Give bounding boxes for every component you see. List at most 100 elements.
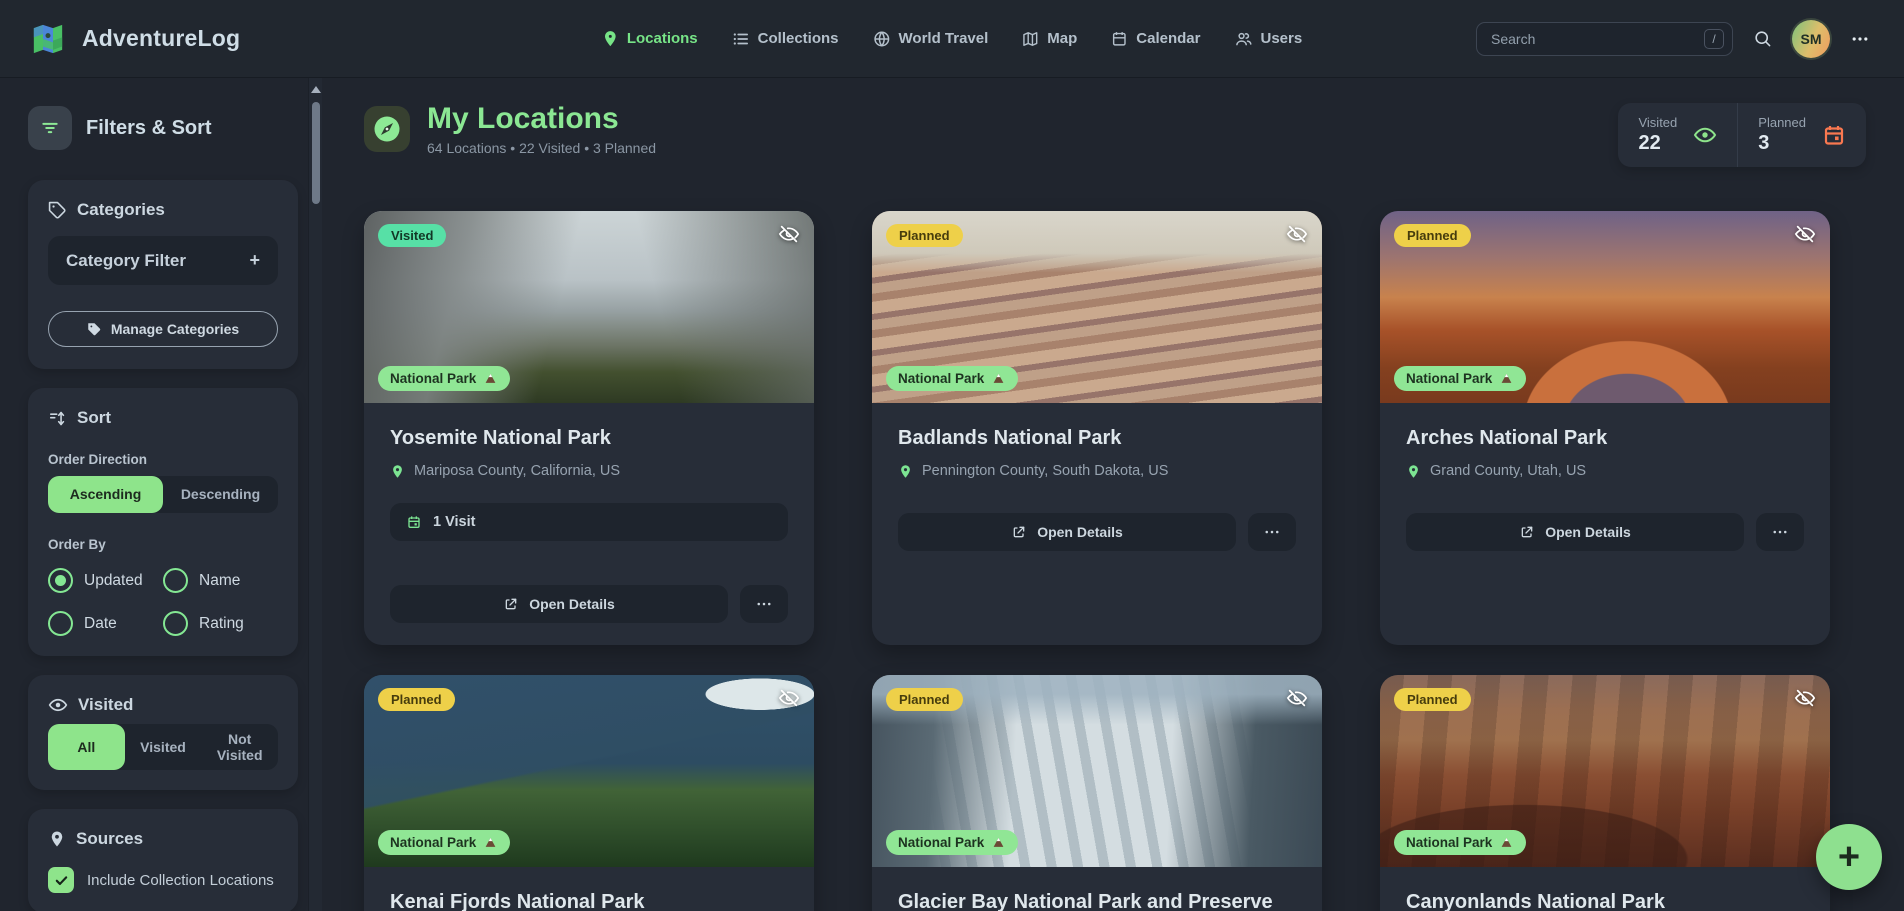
- navbar-more-button[interactable]: [1844, 23, 1876, 55]
- main-nav: Locations Collections World Travel Map C…: [602, 30, 1302, 48]
- nav-item-locations[interactable]: Locations: [602, 30, 698, 47]
- top-navbar: AdventureLog Locations Collections World…: [0, 0, 1904, 78]
- location-card-glacier-bay[interactable]: Planned National Park Glacier Bay Nation…: [872, 675, 1322, 911]
- card-more-button[interactable]: [1756, 513, 1804, 551]
- open-details-button[interactable]: Open Details: [390, 585, 728, 623]
- nav-item-map[interactable]: Map: [1022, 30, 1077, 47]
- location-region: Mariposa County, California, US: [414, 463, 620, 479]
- map-pin-icon: [390, 464, 405, 479]
- visited-section: Visited All Visited Not Visited: [28, 675, 298, 790]
- users-icon: [1234, 30, 1252, 48]
- plus-icon: +: [1838, 838, 1860, 876]
- tag-icon: [87, 322, 102, 337]
- stat-visited: Visited 22: [1618, 103, 1737, 167]
- filters-button[interactable]: [28, 106, 72, 150]
- location-title: Badlands National Park: [898, 427, 1296, 450]
- nav-item-users[interactable]: Users: [1234, 30, 1302, 48]
- visited-not-visited[interactable]: Not Visited: [201, 724, 278, 770]
- category-filter-toggle[interactable]: Category Filter +: [48, 236, 278, 285]
- more-icon: [1263, 523, 1281, 541]
- status-badge: Planned: [886, 224, 963, 247]
- location-region: Grand County, Utah, US: [1430, 463, 1586, 479]
- location-card-kenai-fjords[interactable]: Planned National Park Kenai Fjords Natio…: [364, 675, 814, 911]
- brand[interactable]: AdventureLog: [28, 19, 240, 59]
- nav-item-world-travel[interactable]: World Travel: [873, 30, 989, 48]
- location-title: Canyonlands National Park: [1406, 891, 1804, 911]
- sidebar-scrollbar[interactable]: [308, 78, 322, 911]
- external-link-icon: [503, 596, 519, 612]
- sort-section: Sort Order Direction Ascending Descendin…: [28, 388, 298, 656]
- nav-item-collections[interactable]: Collections: [732, 30, 839, 48]
- navbar-right: / SM: [1476, 20, 1876, 58]
- search-button[interactable]: [1747, 23, 1778, 54]
- calendar-icon: [1111, 30, 1128, 47]
- mountain-icon: [1499, 371, 1514, 386]
- main-content: My Locations 64 Locations • 22 Visited •…: [322, 78, 1904, 911]
- eye-off-icon[interactable]: [778, 223, 800, 245]
- radio-rating[interactable]: Rating: [163, 611, 278, 636]
- eye-off-icon[interactable]: [1794, 687, 1816, 709]
- visited-all[interactable]: All: [48, 724, 125, 770]
- direction-descending[interactable]: Descending: [163, 476, 278, 513]
- order-by-options: Updated Name Date Rating: [48, 568, 278, 636]
- app-logo-map-icon: [28, 19, 68, 59]
- eye-off-icon[interactable]: [778, 687, 800, 709]
- eye-off-icon[interactable]: [1286, 223, 1308, 245]
- more-icon: [1771, 523, 1789, 541]
- location-photo: Planned National Park: [364, 675, 814, 867]
- card-more-button[interactable]: [740, 585, 788, 623]
- location-card-canyonlands[interactable]: Planned National Park Canyonlands Nation…: [1380, 675, 1830, 911]
- radio-circle: [48, 568, 73, 593]
- search-box: /: [1476, 22, 1733, 56]
- location-photo: Visited National Park: [364, 211, 814, 403]
- open-details-button[interactable]: Open Details: [898, 513, 1236, 551]
- compass-icon: [364, 106, 410, 152]
- location-card-yosemite[interactable]: Visited National Park Yosemite National …: [364, 211, 814, 645]
- list-icon: [732, 30, 750, 48]
- category-badge: National Park: [886, 830, 1018, 855]
- more-icon: [1850, 29, 1870, 49]
- search-input[interactable]: [1476, 22, 1733, 56]
- manage-categories-button[interactable]: Manage Categories: [48, 311, 278, 347]
- radio-circle: [48, 611, 73, 636]
- map-pin-icon: [602, 30, 619, 47]
- sort-title: Sort: [77, 408, 111, 428]
- order-by-label: Order By: [48, 537, 278, 552]
- external-link-icon: [1519, 524, 1535, 540]
- radio-updated[interactable]: Updated: [48, 568, 163, 593]
- scroll-up-arrow[interactable]: [311, 86, 321, 93]
- direction-ascending[interactable]: Ascending: [48, 476, 163, 513]
- visited-visited[interactable]: Visited: [125, 724, 202, 770]
- nav-item-calendar[interactable]: Calendar: [1111, 30, 1200, 47]
- radio-name[interactable]: Name: [163, 568, 278, 593]
- location-photo: Planned National Park: [1380, 675, 1830, 867]
- avatar[interactable]: SM: [1792, 20, 1830, 58]
- visited-title: Visited: [78, 695, 133, 715]
- status-badge: Planned: [1394, 224, 1471, 247]
- sources-title: Sources: [76, 829, 143, 849]
- status-badge: Visited: [378, 224, 446, 247]
- category-badge: National Park: [1394, 366, 1526, 391]
- open-details-button[interactable]: Open Details: [1406, 513, 1744, 551]
- map-icon: [1022, 30, 1039, 47]
- categories-title: Categories: [77, 200, 165, 220]
- search-icon: [1753, 29, 1772, 48]
- radio-date[interactable]: Date: [48, 611, 163, 636]
- stats-box: Visited 22 Planned 3: [1618, 103, 1866, 167]
- search-shortcut-kbd: /: [1704, 29, 1724, 49]
- location-card-badlands[interactable]: Planned National Park Badlands National …: [872, 211, 1322, 645]
- eye-off-icon[interactable]: [1794, 223, 1816, 245]
- scrollbar-thumb[interactable]: [312, 102, 320, 204]
- add-location-button[interactable]: +: [1816, 824, 1882, 890]
- filter-icon: [40, 118, 60, 138]
- order-direction-segmented: Ascending Descending: [48, 476, 278, 513]
- mountain-icon: [483, 835, 498, 850]
- include-collection-locations-checkbox[interactable]: Include Collection Locations: [48, 867, 278, 893]
- location-card-arches[interactable]: Planned National Park Arches National Pa…: [1380, 211, 1830, 645]
- category-badge: National Park: [886, 366, 1018, 391]
- location-region: Pennington County, South Dakota, US: [922, 463, 1168, 479]
- eye-off-icon[interactable]: [1286, 687, 1308, 709]
- card-more-button[interactable]: [1248, 513, 1296, 551]
- location-photo: Planned National Park: [1380, 211, 1830, 403]
- categories-section: Categories Category Filter + Manage Cate…: [28, 180, 298, 369]
